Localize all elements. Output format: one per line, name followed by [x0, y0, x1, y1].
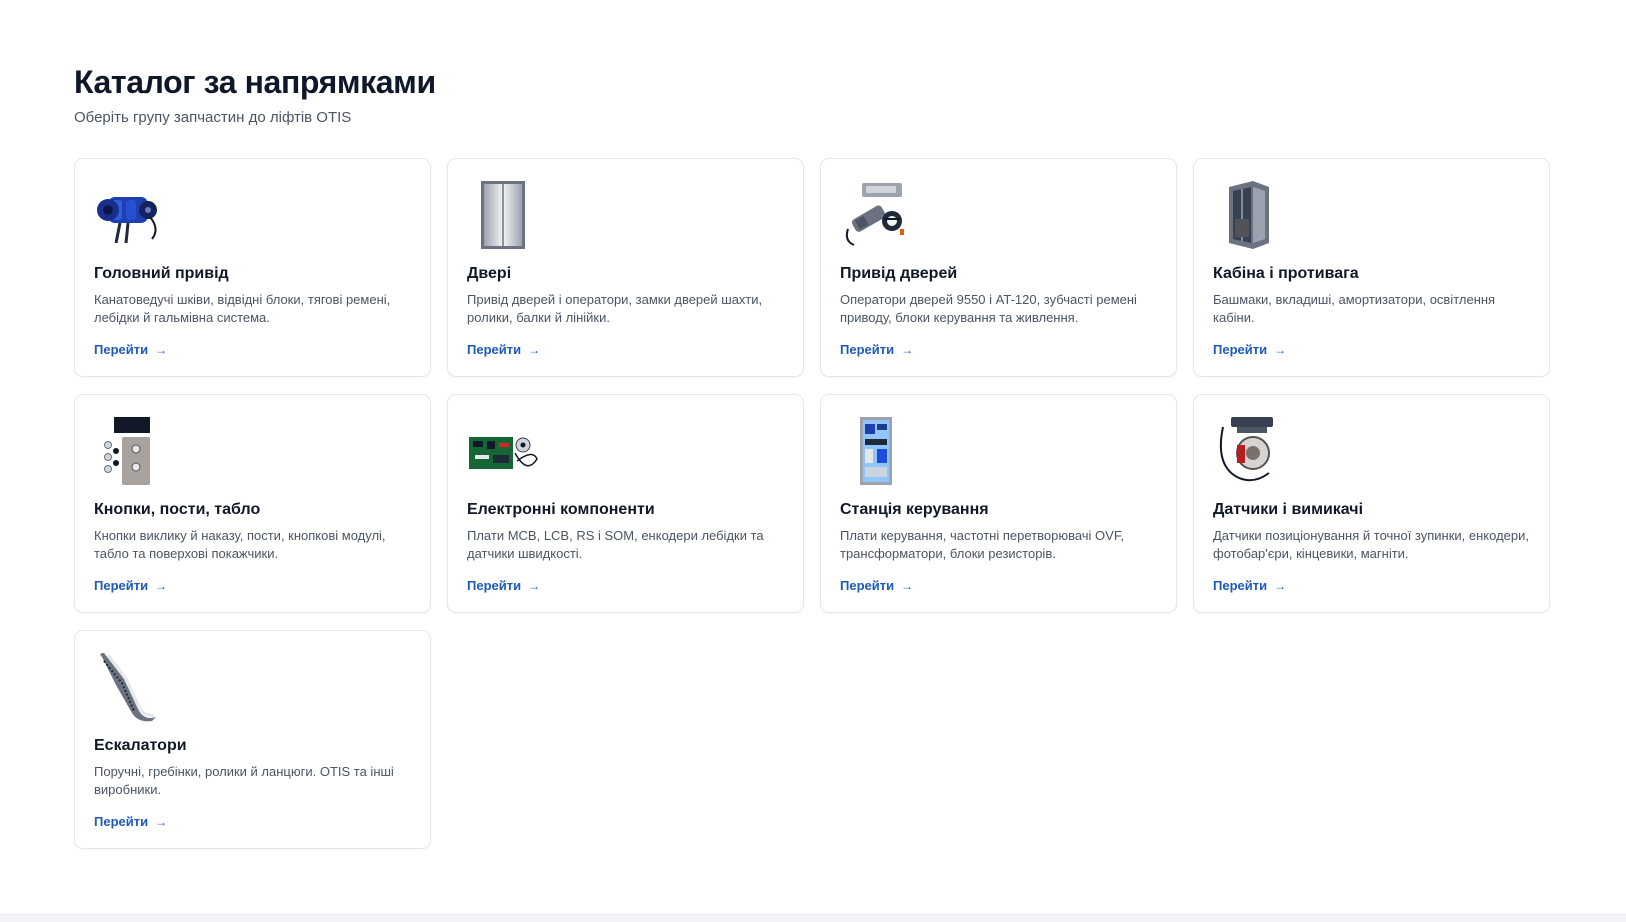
card-link-label: Перейти	[1213, 342, 1268, 357]
category-card[interactable]: Кнопки, пости, табло Кнопки виклику й на…	[74, 394, 431, 613]
elevator-cabin-image	[1229, 181, 1269, 249]
card-description: Плати MCB, LCB, RS і SOM, енкодери лебід…	[467, 528, 764, 561]
card-description: Поручні, гребінки, ролики й ланцюги. OTI…	[94, 764, 394, 797]
card-title: Електронні компоненти	[467, 501, 655, 518]
card-title: Кнопки, пости, табло	[94, 501, 261, 518]
card-title: Двері	[467, 265, 512, 282]
page-subtitle: Оберіть групу запчастин до ліфтів OTIS	[74, 109, 352, 126]
card-link-label: Перейти	[94, 578, 149, 593]
card-link[interactable]: Перейти →	[840, 577, 913, 595]
card-title: Ескалатори	[94, 737, 187, 754]
card-title: Датчики і вимикачі	[1213, 501, 1364, 518]
card-description: Плати керування, частотні перетворювачі …	[840, 528, 1124, 561]
card-link[interactable]: Перейти →	[467, 577, 540, 595]
category-card[interactable]: Двері Привід дверей і оператори, замки д…	[447, 158, 804, 377]
card-description: Канатоведучі шківи, відвідні блоки, тяго…	[94, 292, 391, 325]
circuit-board-image	[469, 437, 538, 469]
buttons-panel-image	[104, 417, 150, 485]
card-link[interactable]: Перейти →	[94, 813, 167, 831]
card-link-label: Перейти	[94, 814, 149, 829]
catalog-section: Каталог за напрямками Оберіть групу запч…	[74, 58, 1552, 849]
arrow-right-icon: →	[155, 343, 168, 357]
card-link-label: Перейти	[840, 578, 895, 593]
traction-machine-image	[97, 197, 157, 244]
card-link[interactable]: Перейти →	[94, 577, 167, 595]
escalator-image	[100, 653, 156, 722]
elevator-door-image	[481, 181, 525, 249]
arrow-right-icon: →	[155, 815, 168, 829]
category-card[interactable]: Ескалатори Поручні, гребінки, ролики й л…	[74, 630, 431, 849]
category-card[interactable]: Датчики і вимикачі Датчики позиціонуванн…	[1193, 394, 1550, 613]
arrow-right-icon: →	[901, 579, 914, 593]
card-title: Головний привід	[94, 265, 229, 282]
card-link[interactable]: Перейти →	[840, 341, 913, 359]
card-link-label: Перейти	[1213, 578, 1268, 593]
control-cabinet-image	[860, 417, 892, 485]
card-link-label: Перейти	[467, 578, 522, 593]
arrow-right-icon: →	[1274, 579, 1287, 593]
card-title: Станція керування	[840, 501, 989, 518]
category-grid: Головний привід Канатоведучі шківи, відв…	[74, 158, 1552, 849]
arrow-right-icon: →	[1274, 343, 1287, 357]
card-link[interactable]: Перейти →	[467, 341, 540, 359]
card-link-label: Перейти	[840, 342, 895, 357]
arrow-right-icon: →	[528, 343, 541, 357]
card-link[interactable]: Перейти →	[94, 341, 167, 359]
category-card[interactable]: Привід дверей Оператори дверей 9550 і AT…	[820, 158, 1177, 377]
door-operator-image	[845, 183, 904, 246]
card-link[interactable]: Перейти →	[1213, 341, 1286, 359]
card-description: Оператори дверей 9550 і AT-120, зубчасті…	[840, 292, 1137, 325]
card-link[interactable]: Перейти →	[1213, 577, 1286, 595]
card-description: Башмаки, вкладиші, амортизатори, освітле…	[1213, 292, 1496, 325]
category-card[interactable]: Головний привід Канатоведучі шківи, відв…	[74, 158, 431, 377]
arrow-right-icon: →	[155, 579, 168, 593]
arrow-right-icon: →	[528, 579, 541, 593]
card-title: Привід дверей	[840, 265, 958, 282]
card-title: Кабіна і противага	[1213, 265, 1359, 282]
arrow-right-icon: →	[901, 343, 914, 357]
page-title: Каталог за напрямками	[74, 64, 436, 100]
card-description: Кнопки виклику й наказу, пости, кнопкові…	[94, 528, 386, 561]
category-card[interactable]: Станція керування Плати керування, часто…	[820, 394, 1177, 613]
category-card[interactable]: Електронні компоненти Плати MCB, LCB, RS…	[447, 394, 804, 613]
card-description: Привід дверей і оператори, замки дверей …	[467, 292, 763, 325]
sensor-switch-image	[1219, 417, 1273, 482]
card-description: Датчики позиціонування й точної зупинки,…	[1213, 528, 1529, 561]
category-card[interactable]: Кабіна і противага Башмаки, вкладиші, ам…	[1193, 158, 1550, 377]
card-link-label: Перейти	[467, 342, 522, 357]
card-link-label: Перейти	[94, 342, 149, 357]
